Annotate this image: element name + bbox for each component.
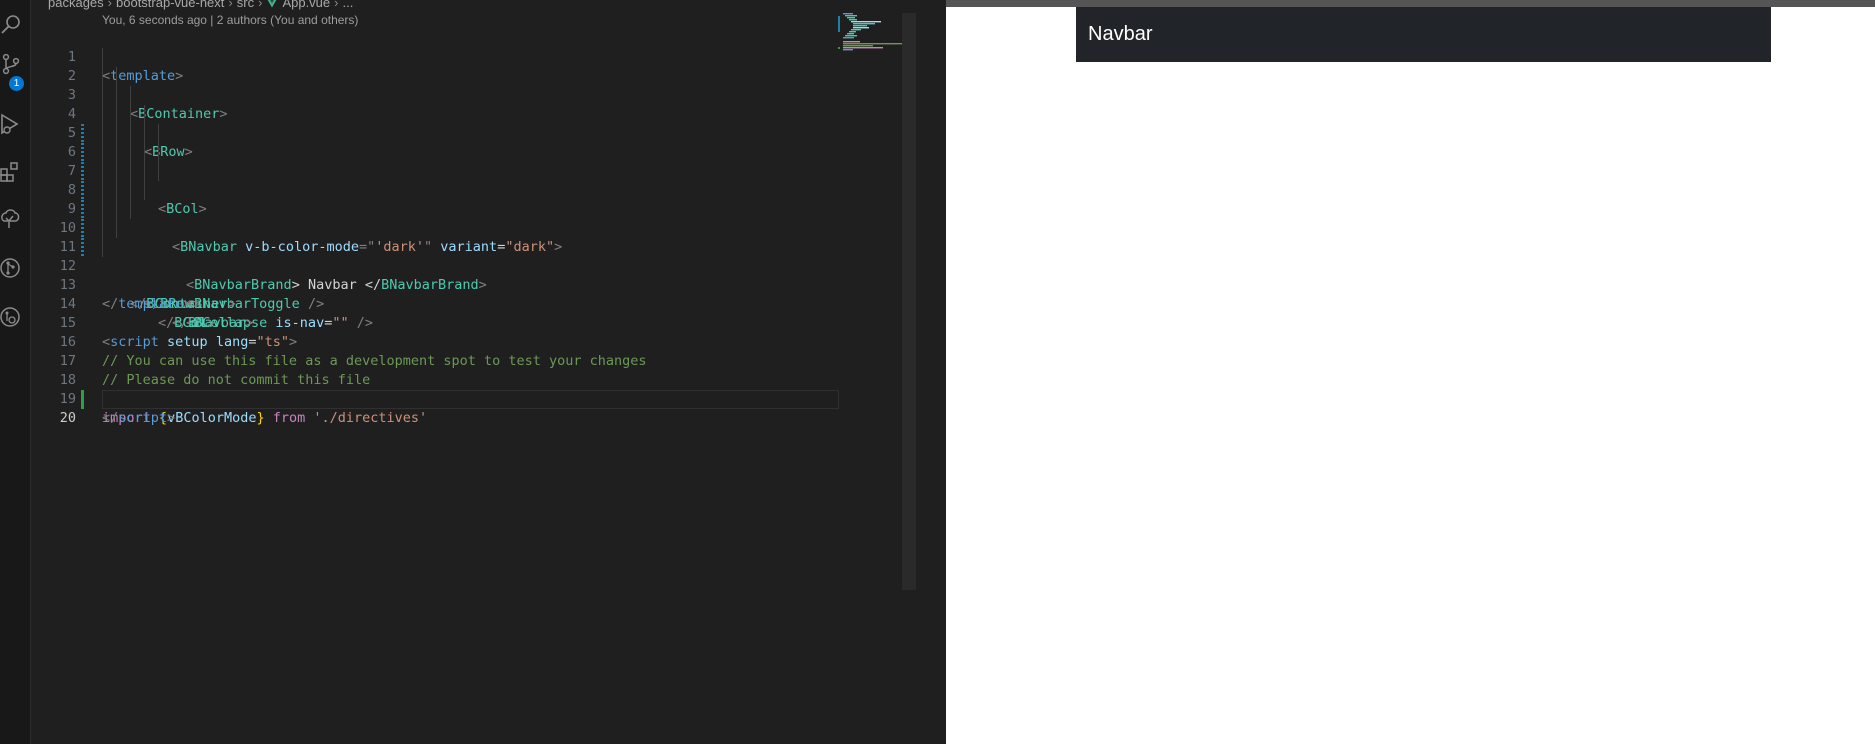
indent-guide bbox=[144, 105, 145, 124]
code-line: 14 bbox=[31, 276, 837, 312]
chevron-right-icon: › bbox=[258, 0, 263, 10]
indent-guide bbox=[102, 200, 103, 219]
code-line: 12 </BContainer> bbox=[31, 238, 837, 312]
code-token: } bbox=[256, 410, 265, 426]
indent-guide bbox=[116, 181, 117, 200]
indent-guide bbox=[158, 162, 159, 181]
indent-guide bbox=[158, 124, 159, 143]
code-line: 9 </BNavbar> bbox=[31, 181, 837, 331]
breadcrumb-item-packages[interactable]: packages bbox=[48, 0, 104, 10]
indent-guide bbox=[102, 124, 103, 143]
indent-guide bbox=[130, 124, 131, 143]
current-line-highlight bbox=[102, 390, 839, 409]
code-line: 1 <template> bbox=[31, 29, 837, 84]
rendered-navbar: Navbar bbox=[1076, 7, 1771, 62]
indent-guide bbox=[116, 162, 117, 181]
code-line: 10 </BCol> bbox=[31, 200, 837, 331]
code-line: 16 // You can use this file as a develop… bbox=[31, 314, 837, 369]
remote-icon[interactable] bbox=[0, 305, 24, 329]
code-line: 6 <BNavbarBrand> Navbar </BNavbarBrand> bbox=[31, 124, 837, 293]
indent-guide bbox=[116, 105, 117, 124]
code-lines: 1 <template> 2 <BContainer> 3 <BRow> 4 <… bbox=[31, 29, 839, 426]
git-graph-icon[interactable] bbox=[0, 256, 24, 280]
code-line: 13 </template> bbox=[31, 257, 837, 312]
code-token: from bbox=[264, 410, 306, 426]
code-line: 2 <BContainer> bbox=[31, 48, 837, 122]
breadcrumb-item-more[interactable]: ... bbox=[342, 0, 353, 10]
code-line-current[interactable]: 20 bbox=[31, 390, 839, 426]
code-line: 5 <BNavbar v-b-color-mode="'dark'" varia… bbox=[31, 105, 837, 255]
breadcrumb: packages › bootstrap-vue-next › src › App.vue ›… bbox=[48, 0, 353, 10]
vue-file-icon bbox=[268, 0, 277, 8]
chevron-right-icon: › bbox=[228, 0, 233, 10]
indent-guide bbox=[130, 105, 131, 124]
indent-guide bbox=[130, 86, 131, 105]
indent-guide bbox=[144, 181, 145, 200]
split-sash[interactable] bbox=[930, 0, 946, 744]
indent-guide bbox=[102, 105, 103, 124]
code-line: 17 // Please do not commit this file bbox=[31, 333, 837, 388]
code-line: 3 <BRow> bbox=[31, 67, 837, 160]
breadcrumb-item-package[interactable]: bootstrap-vue-next bbox=[116, 0, 224, 10]
source-control-badge: 1 bbox=[9, 76, 24, 91]
code-line: 11 </BRow> bbox=[31, 219, 837, 312]
code-line: 7 <BNavbarToggle /> bbox=[31, 143, 837, 312]
search-icon[interactable] bbox=[0, 12, 24, 36]
preview-top-bar bbox=[946, 0, 1875, 7]
code-token: vBColorMode bbox=[167, 410, 257, 426]
indent-guide bbox=[144, 124, 145, 143]
code-text: </script> bbox=[102, 409, 175, 428]
breadcrumb-item-src[interactable]: src bbox=[237, 0, 254, 10]
tree-icon[interactable] bbox=[0, 208, 24, 232]
indent-guide bbox=[116, 219, 117, 238]
browser-preview: Navbar bbox=[946, 0, 1875, 744]
code-line: 15 <script setup lang="ts"> bbox=[31, 295, 837, 350]
indent-guide bbox=[102, 181, 103, 200]
code-token: script bbox=[118, 410, 168, 426]
indent-guide bbox=[130, 181, 131, 200]
activity-bar: 1 bbox=[0, 0, 31, 744]
indent-guide bbox=[144, 162, 145, 181]
run-debug-icon[interactable] bbox=[0, 112, 24, 136]
line-number: 20 bbox=[59, 410, 76, 426]
git-blame-codelens[interactable]: You, 6 seconds ago | 2 authors (You and … bbox=[102, 13, 358, 27]
indent-guide bbox=[116, 86, 117, 105]
code-token: > bbox=[167, 410, 176, 426]
indent-guide bbox=[116, 143, 117, 162]
indent-guide bbox=[102, 86, 103, 105]
code-token: </ bbox=[102, 410, 119, 426]
indent-guide bbox=[116, 67, 117, 86]
code-line: 18 import {vBColorMode} from './directiv… bbox=[31, 352, 837, 426]
editor-scrollbar[interactable] bbox=[902, 13, 916, 590]
indent-guide bbox=[116, 124, 117, 143]
source-control-icon[interactable] bbox=[0, 52, 24, 76]
indent-guide bbox=[130, 162, 131, 181]
chevron-right-icon: › bbox=[107, 0, 112, 10]
code-line: 19 </script> bbox=[31, 371, 837, 426]
code-line: 4 <BCol> bbox=[31, 86, 837, 217]
indent-guide bbox=[102, 162, 103, 181]
code-editor[interactable]: packages › bootstrap-vue-next › src › App.vue ›… bbox=[31, 0, 930, 744]
code-token: './directives' bbox=[305, 410, 428, 426]
indent-guide bbox=[158, 143, 159, 162]
indent-guide bbox=[144, 143, 145, 162]
chevron-right-icon: › bbox=[334, 0, 339, 10]
extensions-icon[interactable] bbox=[0, 160, 24, 184]
indent-guide bbox=[102, 67, 103, 86]
indent-guide bbox=[102, 219, 103, 238]
indent-guide bbox=[130, 143, 131, 162]
breadcrumb-item-file[interactable]: App.vue bbox=[282, 0, 330, 10]
indent-guide bbox=[102, 48, 103, 67]
indent-guide bbox=[130, 200, 131, 219]
code-line: 8 <BCollapse is-nav="" /> bbox=[31, 162, 837, 331]
indent-guide bbox=[116, 200, 117, 219]
indent-guide bbox=[102, 143, 103, 162]
indent-guide bbox=[102, 238, 103, 257]
navbar-brand[interactable]: Navbar bbox=[1088, 23, 1152, 46]
